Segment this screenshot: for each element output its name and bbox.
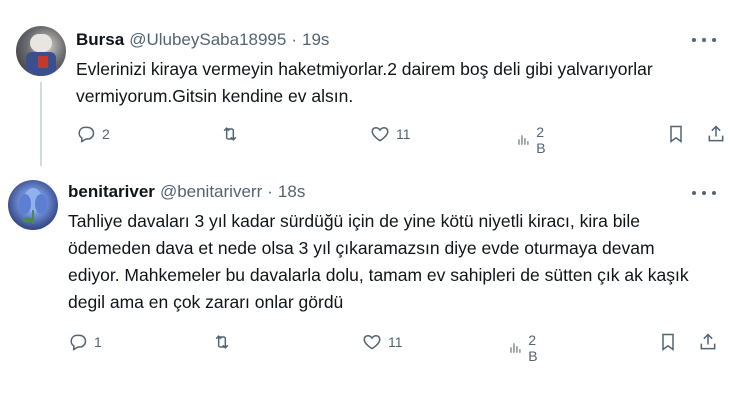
- share-button[interactable]: [706, 124, 726, 144]
- reply-icon: [70, 334, 87, 351]
- reply-button[interactable]: 2: [76, 124, 110, 144]
- reply-icon: [78, 126, 95, 143]
- like-button[interactable]: 11: [370, 124, 411, 144]
- views-button[interactable]: 2 B: [516, 124, 551, 156]
- bookmark-button[interactable]: [658, 332, 678, 352]
- like-count: 11: [396, 126, 411, 142]
- timestamp[interactable]: 19s: [302, 30, 329, 50]
- tweet-text: Evlerinizi kiraya vermeyin haketmiyorlar…: [76, 59, 653, 106]
- user-handle[interactable]: @UlubeySaba18995: [129, 30, 286, 50]
- reply-button[interactable]: 1: [68, 332, 102, 352]
- share-icon: [700, 333, 716, 350]
- share-button[interactable]: [698, 332, 718, 352]
- bookmark-button[interactable]: [666, 124, 686, 144]
- timestamp[interactable]: 18s: [278, 182, 305, 202]
- heart-icon: [371, 126, 389, 142]
- tweet[interactable]: benitariver @benitariverr · 18s Tahliye …: [0, 170, 730, 364]
- bookmark-icon: [662, 333, 674, 351]
- avatar[interactable]: [16, 26, 66, 76]
- more-options-icon[interactable]: [692, 33, 716, 47]
- tweet[interactable]: Bursa @UlubeySaba18995 · 19s Evlerinizi …: [0, 0, 730, 170]
- tweet-header: Bursa @UlubeySaba18995 · 19s: [76, 30, 329, 50]
- thread-line: [40, 82, 42, 166]
- display-name[interactable]: Bursa: [76, 30, 124, 50]
- separator-dot: ·: [291, 30, 298, 49]
- views-button[interactable]: 2 B: [508, 332, 543, 364]
- retweet-icon: [223, 127, 237, 141]
- views-chart-icon: [518, 135, 529, 145]
- retweet-button[interactable]: [220, 124, 246, 144]
- view-count: 2 B: [528, 332, 538, 364]
- retweet-button[interactable]: [212, 332, 238, 352]
- avatar[interactable]: [8, 180, 58, 230]
- retweet-icon: [215, 335, 229, 349]
- user-handle[interactable]: @benitariverr: [160, 182, 262, 202]
- like-count: 11: [388, 334, 403, 350]
- share-icon: [708, 125, 724, 142]
- like-button[interactable]: 11: [362, 332, 403, 352]
- separator-dot: ·: [267, 182, 273, 201]
- heart-icon: [363, 334, 381, 350]
- view-count: 2 B: [536, 124, 546, 156]
- reply-count: 1: [94, 334, 102, 350]
- bookmark-icon: [670, 125, 682, 143]
- tweet-header: benitariver @benitariverr · 18s: [68, 182, 305, 202]
- more-options-icon[interactable]: [692, 186, 716, 200]
- views-chart-icon: [510, 343, 521, 353]
- reply-count: 2: [102, 126, 110, 142]
- tweet-text: Tahliye davaları 3 yıl kadar sürdüğü içi…: [68, 211, 689, 312]
- display-name[interactable]: benitariver: [68, 182, 155, 202]
